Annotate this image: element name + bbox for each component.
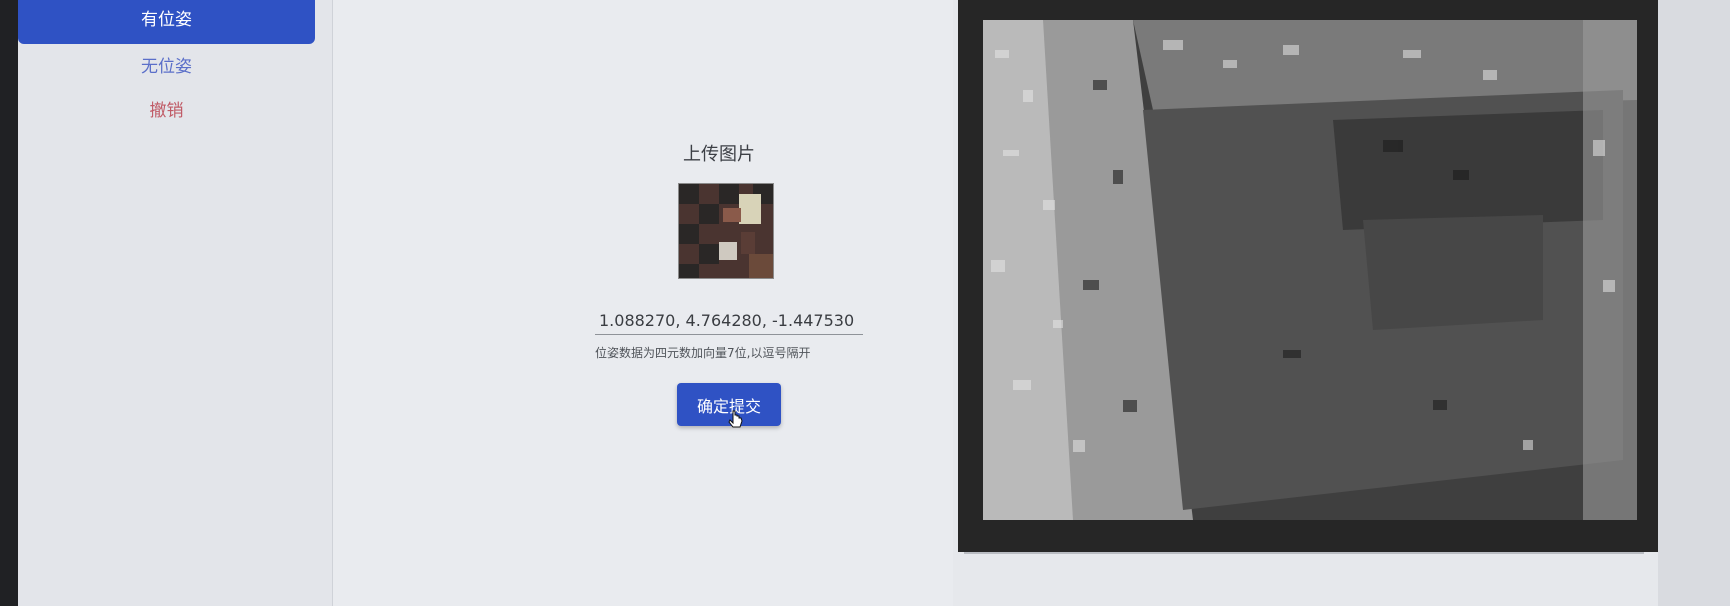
mouse-cursor-icon [728,410,743,428]
sidebar: 有位姿 无位姿 撤销 [18,0,333,606]
sidebar-item-revoke[interactable]: 撤销 [18,94,315,128]
upload-panel: 上传图片 位姿数据为四元数加向量7位,以逗号隔开 确定提交 [333,0,953,606]
screen-bezel [0,0,18,606]
sidebar-item-without-pose[interactable]: 无位姿 [18,50,315,84]
depth-image-icon [983,20,1637,520]
background-strip [1658,0,1730,606]
viewer-divider [964,552,1644,554]
image-thumbnail[interactable] [678,183,774,279]
depth-image [983,20,1637,520]
sidebar-item-with-pose[interactable]: 有位姿 [18,0,315,44]
upload-title: 上传图片 [683,144,755,165]
pose-hint: 位姿数据为四元数加向量7位,以逗号隔开 [595,346,811,360]
room-image-icon [679,184,773,278]
pose-input[interactable] [595,306,863,335]
